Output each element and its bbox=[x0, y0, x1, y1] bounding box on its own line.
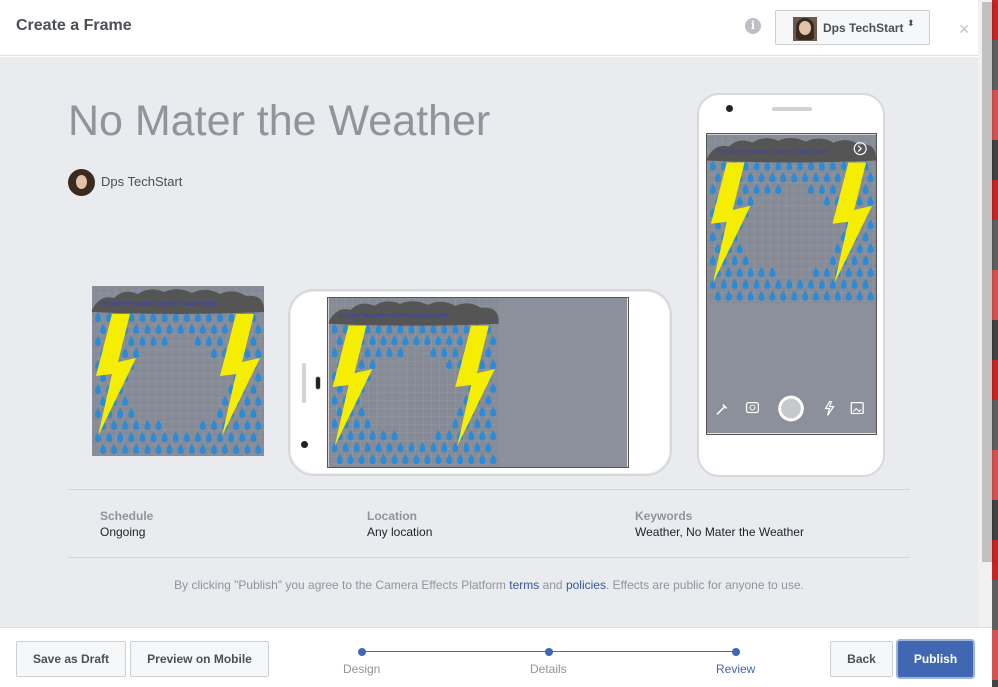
review-content: No Mater the Weather Dps TechStart No ma… bbox=[0, 57, 978, 627]
account-name: Dps TechStart bbox=[823, 21, 904, 35]
owner-name: Dps TechStart bbox=[101, 174, 183, 189]
frame-caption: No mater the weather Danville is always … bbox=[339, 313, 451, 319]
step-details[interactable]: Details bbox=[530, 662, 567, 676]
step-design[interactable]: Design bbox=[343, 662, 380, 676]
schedule-value: Ongoing bbox=[100, 525, 146, 539]
avatar bbox=[793, 17, 817, 41]
landscape-phone-screen: No mater the weather Danville is always … bbox=[327, 297, 629, 468]
keywords-label: Keywords bbox=[635, 509, 693, 523]
chevron-updown-icon: ⬍ bbox=[907, 18, 915, 28]
keywords-value: Weather, No Mater the Weather bbox=[635, 525, 804, 539]
frame-caption: No mater the weather Danville is always … bbox=[102, 301, 216, 307]
save-draft-button[interactable]: Save as Draft bbox=[16, 641, 126, 677]
publish-agreement: By clicking "Publish" you agree to the C… bbox=[174, 578, 804, 592]
dialog-header: Create a Frame i Dps TechStart ⬍ × bbox=[0, 0, 978, 56]
owner-avatar bbox=[68, 169, 95, 196]
account-selector[interactable]: Dps TechStart ⬍ bbox=[775, 10, 930, 45]
divider bbox=[68, 489, 910, 490]
effect-title: No Mater the Weather bbox=[68, 97, 491, 145]
preview-mobile-button[interactable]: Preview on Mobile bbox=[130, 641, 269, 677]
policies-link[interactable]: policies bbox=[566, 578, 606, 592]
step-dot-details[interactable] bbox=[545, 648, 553, 656]
square-frame-preview: No mater the weather Danville is always … bbox=[92, 286, 264, 456]
terms-link[interactable]: terms bbox=[509, 578, 539, 592]
portrait-phone-preview: No mater the weather Danville is always … bbox=[697, 93, 885, 477]
publish-button[interactable]: Publish bbox=[898, 641, 973, 677]
step-dot-review[interactable] bbox=[732, 648, 740, 656]
location-value: Any location bbox=[367, 525, 433, 539]
back-button[interactable]: Back bbox=[830, 641, 893, 677]
dialog-title: Create a Frame bbox=[16, 17, 132, 34]
schedule-label: Schedule bbox=[100, 509, 154, 523]
landscape-phone-preview: No mater the weather Danville is always … bbox=[288, 289, 672, 476]
info-icon[interactable]: i bbox=[745, 18, 761, 34]
step-review[interactable]: Review bbox=[716, 662, 755, 676]
background-window-edge bbox=[992, 0, 998, 687]
step-dot-design[interactable] bbox=[358, 648, 366, 656]
home-button-icon bbox=[315, 376, 321, 390]
portrait-phone-screen: No mater the weather Danville is always … bbox=[706, 133, 877, 435]
camera-lens-icon bbox=[301, 441, 308, 448]
divider bbox=[68, 557, 910, 558]
camera-lens-icon bbox=[726, 105, 733, 112]
dialog-footer: Save as Draft Preview on Mobile Design D… bbox=[0, 627, 992, 687]
location-label: Location bbox=[367, 509, 417, 523]
frame-caption: No mater the weather Danville is always … bbox=[717, 150, 829, 156]
close-icon[interactable]: × bbox=[959, 20, 970, 38]
